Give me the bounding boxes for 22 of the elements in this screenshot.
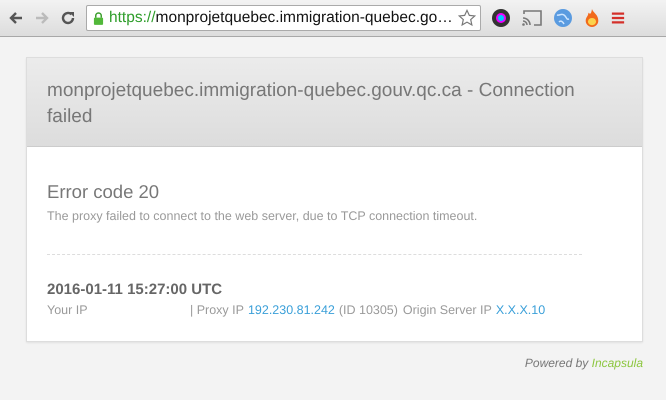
error-message: The proxy failed to connect to the web server, due to TCP connection timeout. [47, 209, 478, 223]
info-label: Origin Server IP [402, 303, 492, 317]
camera-lens-icon[interactable] [491, 8, 511, 28]
globe-icon[interactable] [553, 8, 573, 28]
info-label: (ID 10305) [338, 303, 398, 317]
info-label: | Proxy IP [190, 303, 244, 317]
reload-icon[interactable] [60, 10, 76, 26]
address-bar[interactable]: https://monprojetquebec.immigration-quebec.go… [86, 5, 481, 31]
info-label: Your IP [47, 303, 89, 317]
ip-link[interactable]: 192.230.81.242 [248, 303, 335, 317]
powered-by-text: Powered by [524, 356, 588, 370]
url-text: https://monprojetquebec.immigration-quebec.go… [109, 9, 453, 27]
error-title: Error code 20 [47, 181, 160, 203]
flame-face-icon[interactable] [583, 8, 601, 28]
star-icon[interactable] [458, 9, 476, 27]
back-icon[interactable] [8, 10, 24, 26]
ip-link[interactable]: X.X.X.10 [496, 303, 546, 317]
menu-icon[interactable] [611, 10, 625, 26]
timestamp: 2016-01-11 15:27:00 UTC [47, 281, 224, 298]
brand-link[interactable]: Incapsula [592, 356, 643, 370]
card-title: monprojetquebec.immigration-quebec.gouv.qc.ca - Connection failed [47, 79, 576, 129]
cast-icon[interactable] [521, 9, 543, 27]
